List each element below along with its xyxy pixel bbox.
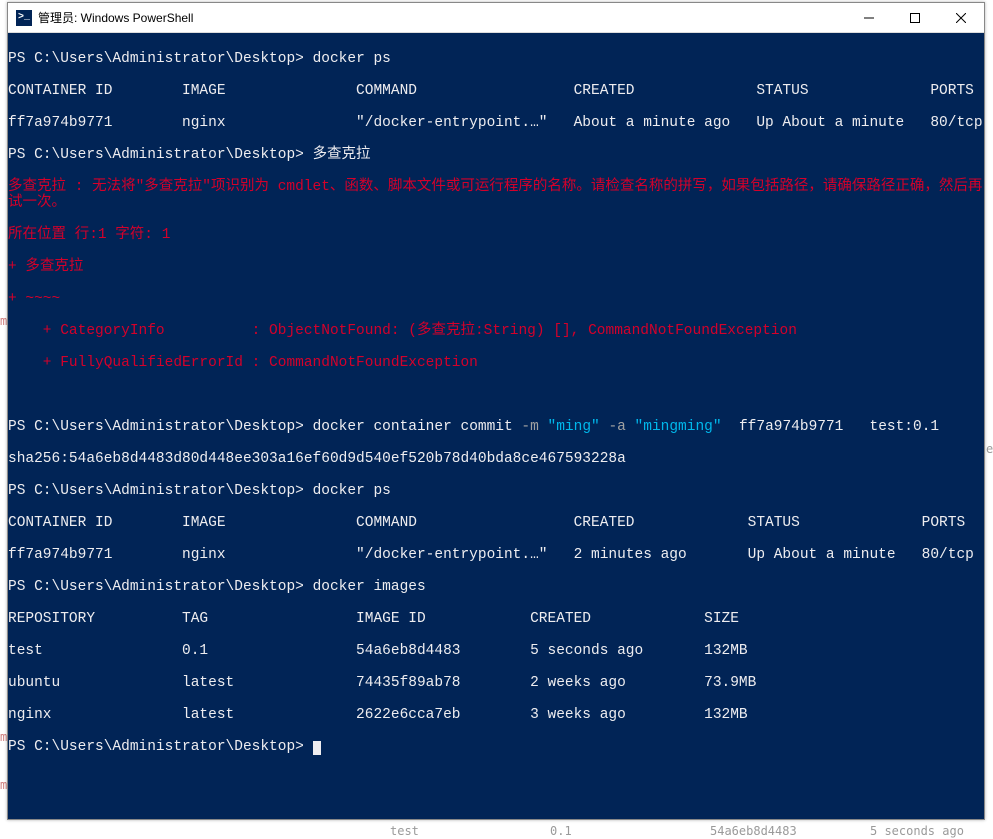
- docker-ps-row: ff7a974b9771 nginx "/docker-entrypoint.……: [8, 547, 984, 563]
- error-line: 多查克拉 : 无法将"多查克拉"项识别为 cmdlet、函数、脚本文件或可运行程…: [8, 179, 984, 211]
- command: docker images: [313, 579, 426, 595]
- docker-images-row: ubuntu latest 74435f89ab78 2 weeks ago 7…: [8, 675, 984, 691]
- prompt: PS C:\Users\Administrator\Desktop>: [8, 483, 313, 499]
- docker-ps-header: CONTAINER ID IMAGE COMMAND CREATED STATU…: [8, 515, 984, 531]
- prompt-line: PS C:\Users\Administrator\Desktop>: [8, 739, 984, 755]
- cursor: [313, 741, 321, 755]
- close-button[interactable]: [938, 3, 984, 33]
- error-line: + 多查克拉: [8, 259, 984, 275]
- prompt: PS C:\Users\Administrator\Desktop>: [8, 51, 313, 67]
- error-line: [8, 387, 984, 403]
- titlebar[interactable]: >_ 管理员: Windows PowerShell: [8, 3, 984, 33]
- command: docker ps: [313, 51, 391, 67]
- error-line: 所在位置 行:1 字符: 1: [8, 227, 984, 243]
- error-line: + CategoryInfo : ObjectNotFound: (多查克拉:S…: [8, 323, 984, 339]
- minimize-button[interactable]: [846, 3, 892, 33]
- cmd-arg: "mingming": [635, 419, 722, 435]
- docker-images-header: REPOSITORY TAG IMAGE ID CREATED SIZE: [8, 611, 984, 627]
- prompt-line: PS C:\Users\Administrator\Desktop> docke…: [8, 579, 984, 595]
- maximize-button[interactable]: [892, 3, 938, 33]
- output-line: sha256:54a6eb8d4483d80d448ee303a16ef60d9…: [8, 451, 984, 467]
- bg-text: e: [986, 442, 993, 456]
- prompt-line: PS C:\Users\Administrator\Desktop> docke…: [8, 51, 984, 67]
- bg-text: test: [390, 824, 419, 838]
- cmd-option: -m: [521, 419, 547, 435]
- prompt: PS C:\Users\Administrator\Desktop>: [8, 147, 313, 163]
- terminal-pane[interactable]: PS C:\Users\Administrator\Desktop> docke…: [8, 33, 984, 819]
- cmd-arg: "ming": [548, 419, 600, 435]
- error-line: + FullyQualifiedErrorId : CommandNotFoun…: [8, 355, 984, 371]
- prompt-line: PS C:\Users\Administrator\Desktop> docke…: [8, 483, 984, 499]
- command: docker ps: [313, 483, 391, 499]
- docker-ps-header: CONTAINER ID IMAGE COMMAND CREATED STATU…: [8, 83, 984, 99]
- docker-images-row: test 0.1 54a6eb8d4483 5 seconds ago 132M…: [8, 643, 984, 659]
- powershell-icon: >_: [16, 10, 32, 26]
- bg-text: 54a6eb8d4483: [710, 824, 797, 838]
- prompt-line: PS C:\Users\Administrator\Desktop> 多查克拉: [8, 147, 984, 163]
- command: docker container commit: [313, 419, 522, 435]
- docker-ps-row: ff7a974b9771 nginx "/docker-entrypoint.……: [8, 115, 984, 131]
- bg-text: 5 seconds ago: [870, 824, 964, 838]
- error-line: + ~~~~: [8, 291, 984, 307]
- command-tail: ff7a974b9771 test:0.1: [722, 419, 940, 435]
- bg-text: 0.1: [550, 824, 572, 838]
- command: 多查克拉: [313, 147, 371, 163]
- prompt: PS C:\Users\Administrator\Desktop>: [8, 739, 313, 755]
- powershell-window: >_ 管理员: Windows PowerShell PS C:\Users\A…: [7, 2, 985, 820]
- prompt: PS C:\Users\Administrator\Desktop>: [8, 419, 313, 435]
- prompt: PS C:\Users\Administrator\Desktop>: [8, 579, 313, 595]
- cmd-option: -a: [608, 419, 634, 435]
- docker-images-row: nginx latest 2622e6cca7eb 3 weeks ago 13…: [8, 707, 984, 723]
- window-controls: [846, 3, 984, 33]
- window-title: 管理员: Windows PowerShell: [38, 9, 846, 26]
- prompt-line: PS C:\Users\Administrator\Desktop> docke…: [8, 419, 984, 435]
